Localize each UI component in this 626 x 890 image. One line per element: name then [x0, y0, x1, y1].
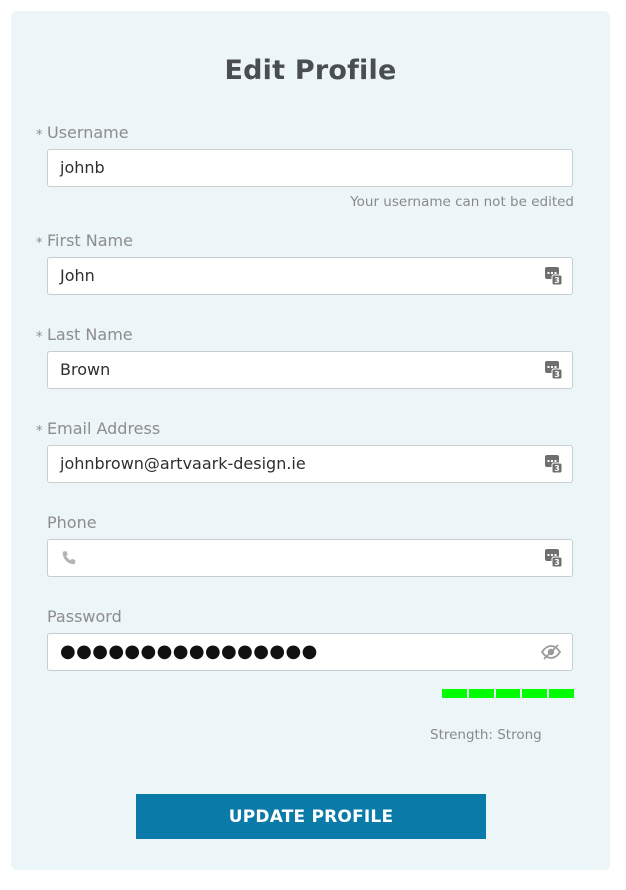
eye-icon[interactable] — [540, 644, 562, 660]
email-field[interactable]: johnbrown@artvaark-design.ie 3 — [47, 445, 573, 483]
required-marker: * — [36, 236, 43, 251]
password-field[interactable]: ●●●●●●●●●●●●●●●● — [47, 633, 573, 671]
first-name-value: John — [60, 266, 95, 285]
svg-text:3: 3 — [554, 558, 560, 567]
strength-segment — [442, 689, 467, 698]
required-marker: * — [36, 424, 43, 439]
last-name-value: Brown — [60, 360, 111, 379]
update-profile-button[interactable]: UPDATE PROFILE — [136, 794, 486, 839]
first-name-label: First Name — [47, 231, 133, 250]
password-strength-text: Strength: Strong — [430, 727, 542, 743]
first-name-field[interactable]: John 3 — [47, 257, 573, 295]
username-hint: Your username can not be edited — [350, 194, 574, 210]
svg-text:3: 3 — [554, 276, 560, 285]
strength-segment — [468, 689, 494, 698]
username-label: Username — [47, 123, 129, 142]
password-manager-icon[interactable]: 3 — [545, 549, 562, 567]
username-field[interactable]: johnb — [47, 149, 573, 187]
email-label: Email Address — [47, 419, 161, 438]
page-title: Edit Profile — [224, 55, 397, 86]
phone-field[interactable]: 3 — [47, 539, 573, 577]
username-value: johnb — [60, 158, 105, 177]
strength-segment — [522, 689, 548, 698]
edit-profile-card: Edit Profile * Username johnb Your usern… — [11, 11, 610, 870]
password-value: ●●●●●●●●●●●●●●●● — [60, 641, 318, 662]
last-name-field[interactable]: Brown 3 — [47, 351, 573, 389]
required-marker: * — [36, 128, 43, 143]
password-strength-meter — [442, 689, 574, 698]
password-label: Password — [47, 607, 122, 626]
svg-text:3: 3 — [554, 370, 560, 379]
strength-segment — [495, 689, 521, 698]
phone-icon — [61, 550, 77, 566]
required-marker: * — [36, 330, 43, 345]
phone-label: Phone — [47, 513, 97, 532]
email-value: johnbrown@artvaark-design.ie — [60, 454, 306, 473]
password-manager-icon[interactable]: 3 — [545, 361, 562, 379]
svg-text:3: 3 — [554, 464, 560, 473]
password-manager-icon[interactable]: 3 — [545, 267, 562, 285]
password-manager-icon[interactable]: 3 — [545, 455, 562, 473]
last-name-label: Last Name — [47, 325, 133, 344]
strength-segment — [549, 689, 574, 698]
